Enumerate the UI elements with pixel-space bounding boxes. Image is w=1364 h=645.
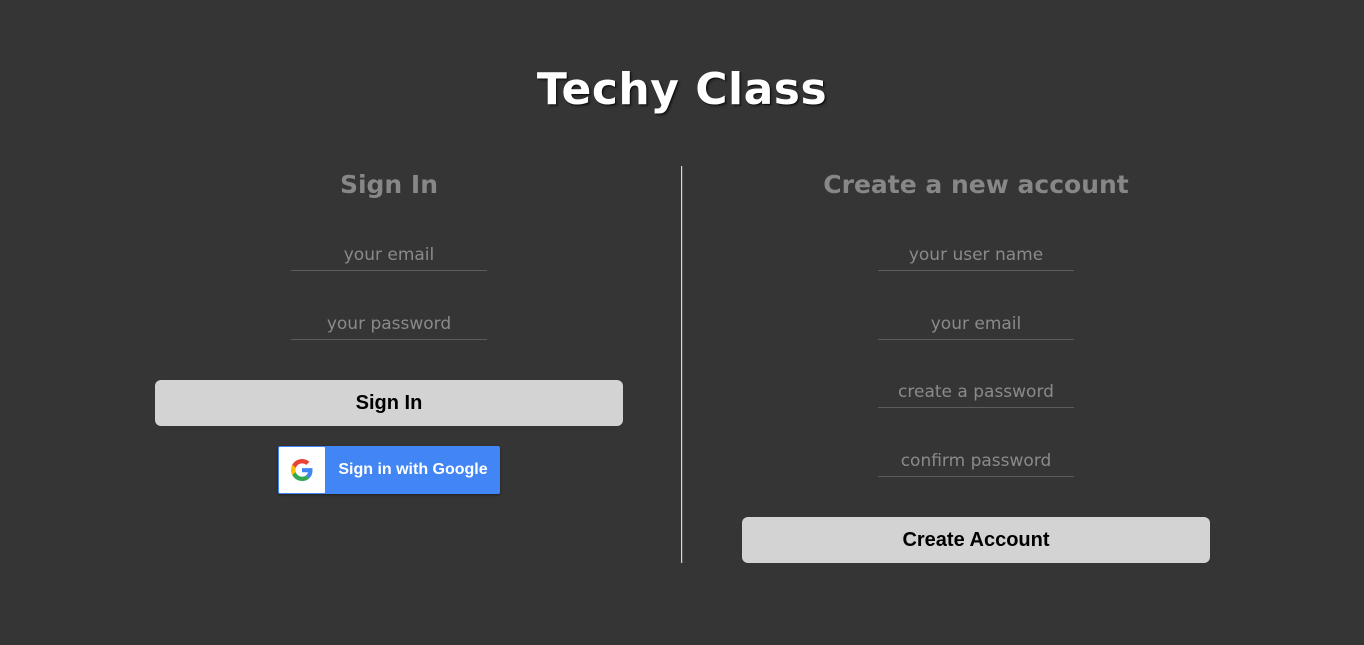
signup-title: Create a new account [823,170,1129,199]
google-signin-label: Sign in with Google [338,461,488,478]
google-logo-icon [279,447,325,493]
signin-password-input[interactable] [291,309,487,340]
create-account-button[interactable]: Create Account [742,517,1210,563]
signin-title: Sign In [339,170,439,199]
page-title: Techy Class [536,64,828,115]
signup-password-input[interactable] [878,377,1074,408]
google-signin-button[interactable]: Sign in with Google [278,446,500,494]
panel-divider [681,166,682,563]
signin-button[interactable]: Sign In [155,380,623,426]
signup-confirm-password-input[interactable] [878,446,1074,477]
signin-email-input[interactable] [291,240,487,271]
signup-email-input[interactable] [878,309,1074,340]
signup-username-input[interactable] [878,240,1074,271]
